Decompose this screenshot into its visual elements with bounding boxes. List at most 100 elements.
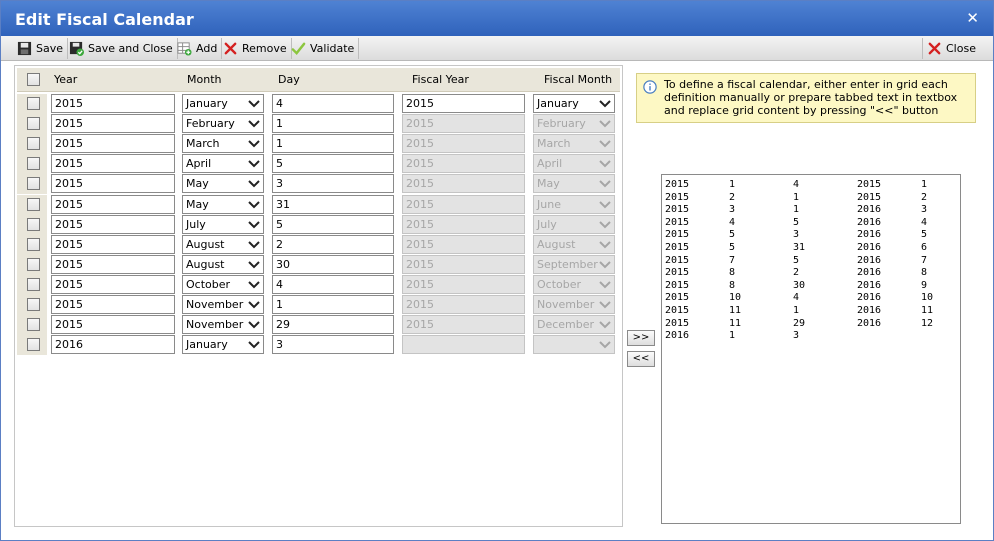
month-select[interactable]: March: [182, 134, 264, 154]
fiscal-year-input[interactable]: 2015: [402, 194, 525, 214]
year-input[interactable]: 2015: [51, 274, 175, 294]
remove-button[interactable]: Remove: [219, 38, 292, 59]
month-value: October: [186, 277, 231, 291]
day-input[interactable]: 5: [272, 154, 394, 174]
fiscal-month-select[interactable]: May: [533, 174, 615, 194]
month-select[interactable]: April: [182, 154, 264, 174]
row-checkbox[interactable]: [27, 318, 40, 332]
day-input[interactable]: 30: [272, 254, 394, 274]
day-input[interactable]: 29: [272, 315, 394, 335]
save-and-close-button[interactable]: Save and Close: [65, 38, 178, 59]
month-select[interactable]: August: [182, 234, 264, 254]
fiscal-month-select[interactable]: April: [533, 154, 615, 174]
year-input[interactable]: 2015: [51, 194, 175, 214]
fiscal-month-select[interactable]: August: [533, 234, 615, 254]
year-input[interactable]: 2015: [51, 134, 175, 154]
text-to-grid-button[interactable]: <<: [627, 351, 655, 367]
row-checkbox[interactable]: [27, 298, 40, 311]
row-checkbox[interactable]: [27, 338, 40, 352]
row-checkbox[interactable]: [27, 277, 40, 291]
month-select[interactable]: November: [182, 295, 264, 314]
month-value: August: [186, 257, 225, 271]
month-select[interactable]: October: [182, 274, 264, 294]
row-checkbox[interactable]: [27, 157, 40, 171]
info-text: To define a fiscal calendar, either ente…: [664, 78, 958, 117]
day-input[interactable]: 1: [272, 114, 394, 134]
fiscal-month-select[interactable]: September: [533, 254, 615, 274]
row-checkbox[interactable]: [27, 217, 40, 231]
fiscal-month-select[interactable]: [533, 335, 615, 355]
month-select[interactable]: July: [182, 214, 264, 234]
day-input[interactable]: 5: [272, 214, 394, 234]
year-input[interactable]: 2015: [51, 114, 175, 134]
fiscal-month-select[interactable]: July: [533, 214, 615, 234]
fiscal-month-select[interactable]: March: [533, 134, 615, 154]
fiscal-year-input[interactable]: 2015: [402, 154, 525, 174]
fiscal-year-input[interactable]: 2015: [402, 295, 525, 314]
row-checkbox[interactable]: [27, 237, 40, 251]
fiscal-month-select[interactable]: December: [533, 315, 615, 335]
year-input[interactable]: 2015: [51, 295, 175, 314]
day-input[interactable]: 31: [272, 194, 394, 214]
row-checkbox[interactable]: [27, 117, 40, 131]
fiscal-month-select[interactable]: June: [533, 194, 615, 214]
year-input[interactable]: 2015: [51, 214, 175, 234]
select-all-checkbox[interactable]: [27, 73, 40, 86]
fiscal-year-input[interactable]: 2015: [402, 214, 525, 234]
fiscal-month-value: July: [537, 217, 557, 231]
fiscal-month-select[interactable]: October: [533, 274, 615, 294]
text-cell: 5: [729, 229, 736, 241]
day-input[interactable]: 4: [272, 274, 394, 294]
text-cell: 1: [921, 179, 928, 190]
fiscal-month-select[interactable]: November: [533, 295, 615, 314]
fiscal-year-input[interactable]: 2015: [402, 315, 525, 335]
row-checkbox[interactable]: [27, 257, 40, 271]
row-checkbox[interactable]: [27, 177, 40, 191]
month-select[interactable]: August: [182, 254, 264, 274]
day-input[interactable]: 4: [272, 94, 394, 113]
month-select[interactable]: February: [182, 114, 264, 134]
grid-to-text-button[interactable]: >>: [627, 330, 655, 346]
fiscal-year-input[interactable]: 2015: [402, 174, 525, 194]
validate-button[interactable]: Validate: [287, 38, 360, 59]
fiscal-year-input[interactable]: 2015: [402, 114, 525, 134]
text-cell: 2015: [665, 279, 690, 291]
year-input[interactable]: 2015: [51, 234, 175, 254]
day-input[interactable]: 2: [272, 234, 394, 254]
save-button[interactable]: Save: [13, 38, 69, 59]
close-button[interactable]: Close: [922, 38, 980, 59]
year-input[interactable]: 2015: [51, 174, 175, 194]
fiscal-year-input[interactable]: 2015: [402, 274, 525, 294]
day-input[interactable]: 3: [272, 174, 394, 194]
fiscal-year-input[interactable]: 2015: [402, 254, 525, 274]
month-select[interactable]: May: [182, 194, 264, 214]
month-select[interactable]: May: [182, 174, 264, 194]
month-select[interactable]: November: [182, 315, 264, 335]
year-input[interactable]: 2015: [51, 315, 175, 335]
day-input[interactable]: 3: [272, 335, 394, 355]
fiscal-year-input[interactable]: [402, 335, 525, 355]
fiscal-month-select[interactable]: February: [533, 114, 615, 134]
day-input[interactable]: 1: [272, 134, 394, 154]
day-input[interactable]: 1: [272, 295, 394, 314]
year-input[interactable]: 2015: [51, 254, 175, 274]
year-input[interactable]: 2015: [51, 94, 175, 113]
month-select[interactable]: January: [182, 335, 264, 355]
fiscal-year-input[interactable]: 2015: [402, 94, 525, 113]
close-icon[interactable]: ✕: [966, 9, 979, 27]
red-x-icon: [224, 42, 237, 55]
fiscal-year-input[interactable]: 2015: [402, 134, 525, 154]
tabbed-text-textbox[interactable]: 2015 1 4 2015 1 2015 2 1 2015 2 2015 3 1 2016 3 2015 4 5 2…: [661, 174, 961, 524]
fiscal-month-select[interactable]: January: [533, 94, 615, 113]
year-input[interactable]: 2016: [51, 335, 175, 355]
month-select[interactable]: January: [182, 94, 264, 113]
chevron-down-icon: [599, 200, 611, 208]
chevron-down-icon: [248, 180, 260, 188]
fiscal-year-input[interactable]: 2015: [402, 234, 525, 254]
row-checkbox[interactable]: [27, 137, 40, 151]
year-input[interactable]: 2015: [51, 154, 175, 174]
chevron-down-icon: [599, 301, 611, 309]
row-checkbox[interactable]: [27, 97, 40, 110]
add-button[interactable]: Add: [173, 38, 223, 59]
row-checkbox[interactable]: [27, 197, 40, 211]
